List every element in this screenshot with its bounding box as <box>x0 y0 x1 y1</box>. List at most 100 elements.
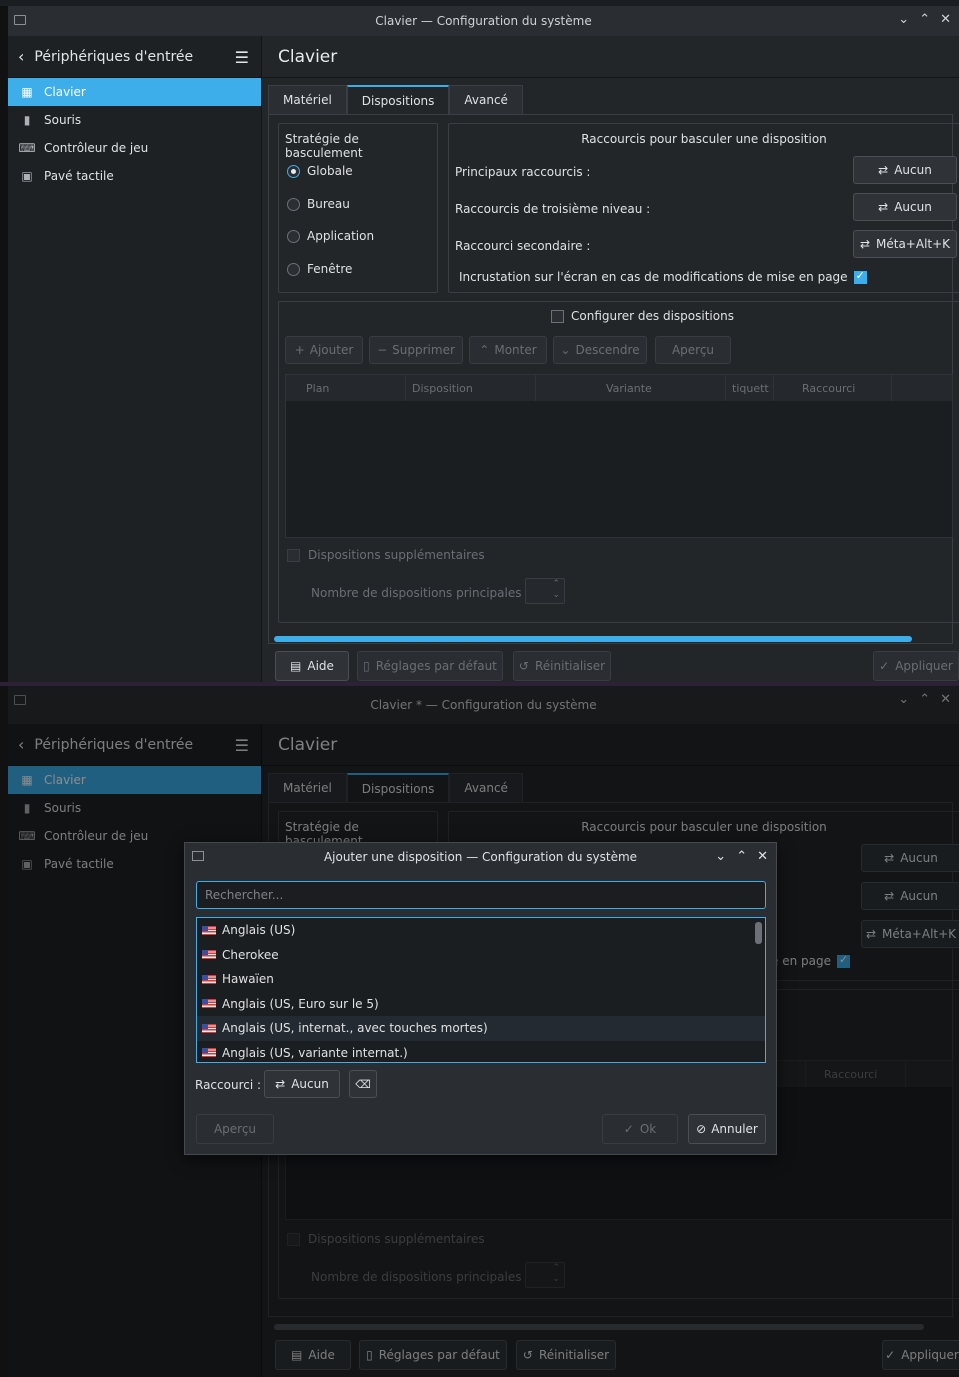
group-title: Raccourcis pour basculer une disposition <box>581 132 827 146</box>
list-item[interactable]: Cherokee <box>197 943 765 968</box>
preview-button[interactable]: Aperçu <box>196 1114 274 1144</box>
radio-bureau[interactable]: Bureau <box>287 197 350 211</box>
list-item[interactable]: Hawaïen <box>197 967 765 992</box>
close-icon[interactable]: ✕ <box>940 12 951 27</box>
osd-checkbox[interactable] <box>853 269 867 284</box>
secondary-shortcut-label: Raccourci secondaire : <box>455 239 591 253</box>
radio-application[interactable]: Application <box>287 229 374 243</box>
window-titlebar[interactable]: Clavier — Configuration du système ⌄ ⌃ ✕ <box>8 6 959 36</box>
group-title: Stratégie de basculement <box>285 132 363 160</box>
button-label: Annuler <box>711 1122 758 1136</box>
move-down-button[interactable]: ⌄ Descendre <box>553 336 647 364</box>
main-layouts-count-spinbox[interactable]: ⌃ ⌄ <box>525 578 565 604</box>
gamepad-icon: ⌨ <box>18 141 36 155</box>
column-variante[interactable]: Variante <box>536 375 726 401</box>
clear-shortcut-button[interactable]: ⌫ <box>349 1070 377 1098</box>
button-label: Ok <box>639 1122 657 1136</box>
column-raccourci[interactable]: Raccourci <box>774 375 892 401</box>
tab-materiel[interactable]: Matériel <box>268 85 347 115</box>
us-flag-icon <box>202 974 216 984</box>
sidebar-header: ‹ Périphériques d'entrée ☰ <box>8 36 261 78</box>
minimize-icon[interactable]: ⌄ <box>715 849 726 864</box>
add-layout-button[interactable]: + Ajouter <box>285 336 363 364</box>
column-etiquette[interactable]: tiquett <box>726 375 774 401</box>
help-button[interactable]: ▤ Aide <box>275 651 349 681</box>
table-header: Plan Disposition Variante tiquett Raccou… <box>286 375 952 401</box>
hamburger-menu-icon[interactable]: ☰ <box>235 48 249 67</box>
apply-button[interactable]: ✓ Appliquer <box>873 651 959 681</box>
button-label: Aperçu <box>213 1122 257 1136</box>
extra-layouts-checkbox[interactable] <box>287 548 300 562</box>
search-input[interactable]: Rechercher... <box>196 881 766 909</box>
button-label: Aucun <box>291 1077 329 1091</box>
button-label: Réinitialiser <box>534 659 606 673</box>
app-menu-icon[interactable] <box>14 15 26 25</box>
radio-dot[interactable] <box>287 262 300 276</box>
list-item-label: Cherokee <box>222 947 279 962</box>
help-icon: ▤ <box>290 659 302 673</box>
osd-option[interactable]: Incrustation sur l'écran en cas de modif… <box>459 269 867 284</box>
secondary-shortcut-button[interactable]: ⇄ Méta+Alt+K <box>853 230 957 258</box>
main-shortcuts-button[interactable]: ⇄ Aucun <box>853 156 957 184</box>
column-plan[interactable]: Plan <box>286 375 406 401</box>
dialog-title: Ajouter une disposition — Configuration … <box>323 850 638 864</box>
configure-layouts-checkbox[interactable] <box>551 309 564 323</box>
maximize-icon[interactable]: ⌃ <box>736 849 747 864</box>
maximize-icon[interactable]: ⌃ <box>919 12 930 27</box>
sidebar-item-touchpad[interactable]: ▣ Pavé tactile <box>8 162 261 190</box>
radio-dot[interactable] <box>287 164 300 178</box>
cancel-button[interactable]: ⊘ Annuler <box>688 1114 766 1144</box>
preview-button[interactable]: Aperçu <box>655 336 731 364</box>
defaults-button[interactable]: ▯ Réglages par défaut <box>357 651 503 681</box>
list-item[interactable]: Anglais (US) <box>197 918 765 943</box>
list-item[interactable]: Anglais (US, internat., avec touches mor… <box>197 1016 765 1041</box>
radio-fenetre[interactable]: Fenêtre <box>287 262 352 276</box>
scroll-indicator[interactable] <box>274 636 912 642</box>
sidebar-item-gamepad[interactable]: ⌨ Contrôleur de jeu <box>8 134 261 162</box>
layout-list[interactable]: Anglais (US) Cherokee Hawaïen Anglais (U… <box>196 917 766 1063</box>
radio-globale[interactable]: Globale <box>287 164 353 178</box>
sidebar-item-souris[interactable]: ▮ Souris <box>8 106 261 134</box>
sidebar: ‹ Périphériques d'entrée ☰ ▦ Clavier ▮ S… <box>8 36 262 682</box>
button-label: Aide <box>307 659 334 673</box>
move-up-button[interactable]: ⌃ Monter <box>469 336 547 364</box>
add-layout-dialog: Ajouter une disposition — Configuration … <box>184 842 777 1155</box>
list-item-label: Anglais (US, Euro sur le 5) <box>222 996 379 1011</box>
main-content: Clavier Matériel Dispositions Avancé Str… <box>262 36 959 682</box>
dialog-titlebar[interactable]: Ajouter une disposition — Configuration … <box>185 843 776 871</box>
button-label: Ajouter <box>309 343 354 357</box>
back-icon[interactable]: ‹ <box>18 47 24 66</box>
shortcut-label: Raccourci : <box>195 1078 262 1092</box>
app-menu-icon[interactable] <box>192 851 204 861</box>
list-item[interactable]: Anglais (US, variante internat.) <box>197 1041 765 1066</box>
window-title: Clavier — Configuration du système <box>375 14 592 28</box>
shortcut-button[interactable]: ⇄ Aucun <box>264 1070 340 1098</box>
list-item[interactable]: Anglais (US, Euro sur le 5) <box>197 992 765 1017</box>
radio-dot[interactable] <box>287 197 300 211</box>
layouts-table[interactable]: Plan Disposition Variante tiquett Raccou… <box>285 374 953 538</box>
button-label: Réglages par défaut <box>375 659 497 673</box>
chevron-up-icon: ⌃ <box>479 343 490 357</box>
list-scrollbar[interactable] <box>755 922 762 944</box>
column-disposition[interactable]: Disposition <box>406 375 536 401</box>
sidebar-item-clavier[interactable]: ▦ Clavier <box>8 78 261 106</box>
third-level-button[interactable]: ⇄ Aucun <box>853 193 957 221</box>
settings-window: Clavier — Configuration du système ⌄ ⌃ ✕… <box>0 6 959 682</box>
cancel-icon: ⊘ <box>696 1122 707 1136</box>
extra-layouts-option[interactable]: Dispositions supplémentaires <box>287 548 485 562</box>
radio-label: Bureau <box>307 197 350 211</box>
tab-dispositions[interactable]: Dispositions <box>346 85 450 115</box>
close-icon[interactable]: ✕ <box>757 849 768 864</box>
configure-layouts-label: Configurer des dispositions <box>571 309 734 323</box>
sidebar-item-label: Pavé tactile <box>44 169 114 183</box>
ok-button[interactable]: ✓ Ok <box>602 1114 678 1144</box>
remove-layout-button[interactable]: − Supprimer <box>369 336 463 364</box>
minimize-icon[interactable]: ⌄ <box>898 12 909 27</box>
radio-label: Application <box>307 229 375 243</box>
configure-layouts-option[interactable]: Configurer des dispositions <box>551 309 734 323</box>
radio-dot[interactable] <box>287 229 300 243</box>
osd-label: Incrustation sur l'écran en cas de modif… <box>459 270 848 284</box>
reset-button[interactable]: ↺ Réinitialiser <box>513 651 611 681</box>
switch-shortcuts-group: Raccourcis pour basculer une disposition… <box>448 123 959 293</box>
tab-avance[interactable]: Avancé <box>449 85 523 115</box>
